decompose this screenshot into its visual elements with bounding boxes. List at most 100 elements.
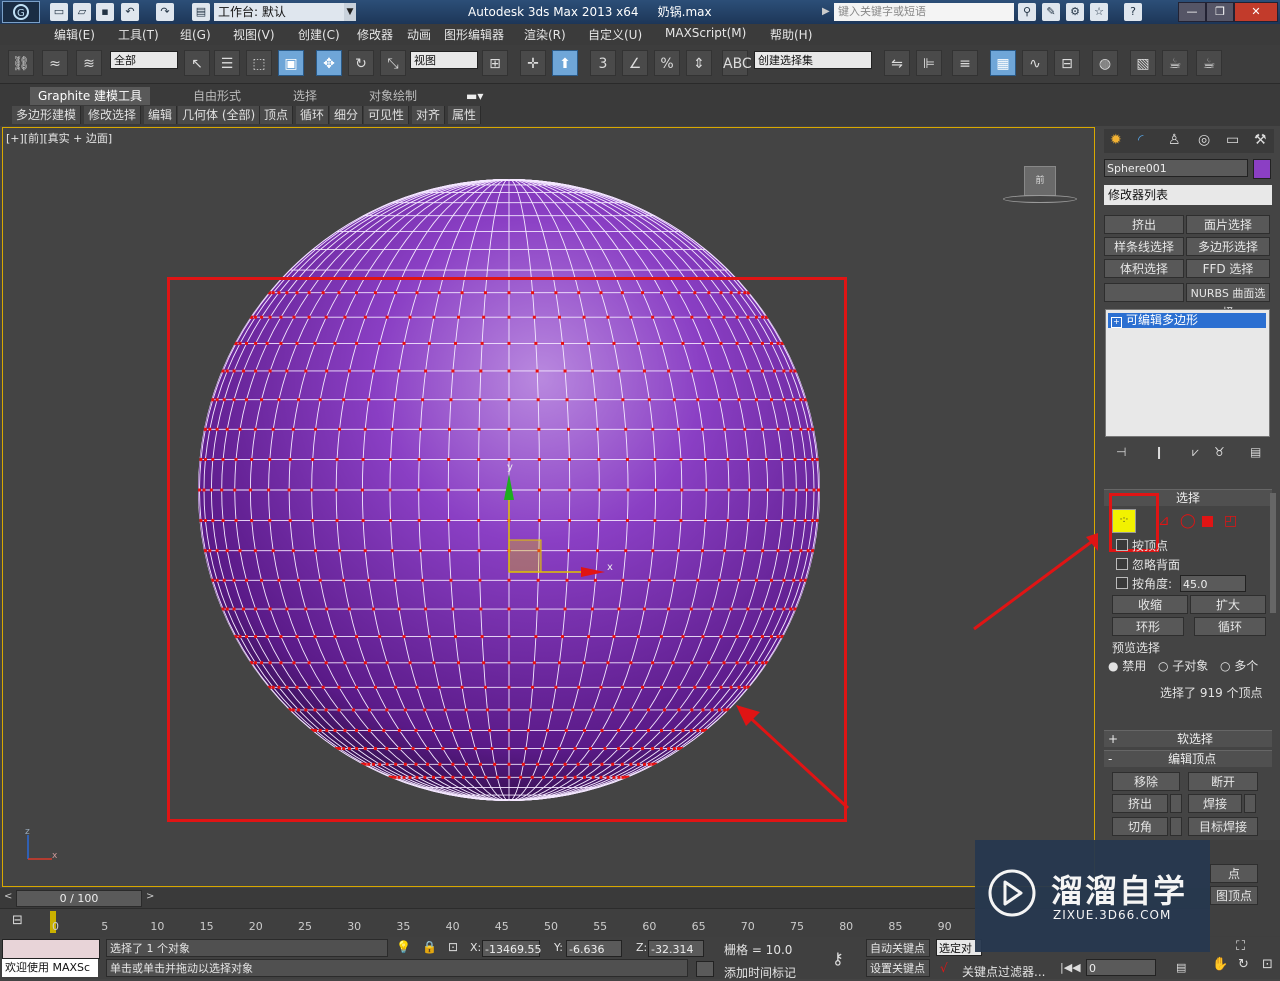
shrink-button[interactable]: 收缩 xyxy=(1112,595,1188,614)
panel-scrollbar[interactable] xyxy=(1270,493,1276,613)
partial-button-2[interactable]: 图顶点 xyxy=(1210,886,1258,905)
percent-snap-icon[interactable]: % xyxy=(654,50,680,76)
menu-create[interactable]: 创建(C) xyxy=(298,26,340,43)
break-button[interactable]: 断开 xyxy=(1188,772,1258,791)
render-setup-icon[interactable]: ▧ xyxy=(1130,50,1156,76)
menu-help[interactable]: 帮助(H) xyxy=(770,26,812,43)
soft-selection-rollout-header[interactable]: + 软选择 xyxy=(1104,730,1272,747)
subscription-icon[interactable]: ✎ xyxy=(1042,3,1060,21)
ignore-backfacing-checkbox[interactable] xyxy=(1116,558,1128,570)
weld-settings-icon[interactable] xyxy=(1244,794,1256,813)
preview-multi-radio[interactable]: ○ 多个 xyxy=(1220,657,1258,674)
app-logo-icon[interactable]: G xyxy=(2,1,40,23)
create-tab-icon[interactable]: ✹ xyxy=(1110,132,1122,148)
expand-plus-icon[interactable]: + xyxy=(1111,317,1122,328)
isolate-selection-icon[interactable]: 💡 xyxy=(396,940,411,954)
snaps-toggle-icon[interactable]: 3 xyxy=(590,50,616,76)
ribbon-tab-freeform[interactable]: 自由形式 xyxy=(193,87,241,105)
open-file-icon[interactable]: ▱ xyxy=(73,3,91,21)
select-and-rotate-icon[interactable]: ↻ xyxy=(348,50,374,76)
ribbon-tab-selection[interactable]: 选择 xyxy=(293,87,317,105)
project-folder-icon[interactable]: ▤ xyxy=(192,3,210,21)
mirror-icon[interactable]: ⇋ xyxy=(884,50,910,76)
absolute-mode-icon[interactable]: ⊡ xyxy=(448,940,458,954)
search-input[interactable]: 键入关键字或短语 xyxy=(834,3,1014,21)
make-unique-icon[interactable]: ⩗ xyxy=(1192,445,1199,460)
viewcube[interactable]: 前 xyxy=(1024,166,1056,196)
angle-snap-icon[interactable]: ∠ xyxy=(622,50,648,76)
remove-button[interactable]: 移除 xyxy=(1112,772,1180,791)
extrude-vertex-button[interactable]: 挤出 xyxy=(1112,794,1168,813)
menu-rendering[interactable]: 渲染(R) xyxy=(524,26,566,43)
configure-modifier-sets-icon[interactable]: ▤ xyxy=(1250,445,1261,459)
menu-tools[interactable]: 工具(T) xyxy=(118,26,159,43)
patch-select-button[interactable]: 面片选择 xyxy=(1186,215,1270,234)
select-object-icon[interactable]: ↖ xyxy=(184,50,210,76)
slider-right-arrow-icon[interactable]: > xyxy=(146,891,154,902)
subtab-visibility[interactable]: 可见性 xyxy=(364,106,410,124)
partial-button-1[interactable]: 点 xyxy=(1210,864,1258,883)
subtab-subdivision[interactable]: 细分 xyxy=(330,106,364,124)
window-crossing-icon[interactable]: ▣ xyxy=(278,50,304,76)
menu-customize[interactable]: 自定义(U) xyxy=(588,26,642,43)
mini-curve-editor-icon[interactable]: ⊟ xyxy=(12,913,30,931)
rendered-frame-icon[interactable]: ☕ xyxy=(1162,50,1188,76)
curve-editor-icon[interactable]: ∿ xyxy=(1022,50,1048,76)
element-mode-icon[interactable]: ◰ xyxy=(1224,513,1237,529)
slider-left-arrow-icon[interactable]: < xyxy=(4,891,12,902)
loop-button[interactable]: 循环 xyxy=(1194,617,1266,636)
pin-stack-icon[interactable]: ⊣ xyxy=(1116,445,1126,459)
go-to-start-icon[interactable]: |◀◀ xyxy=(1060,961,1081,974)
orbit-icon[interactable]: ↻ xyxy=(1238,957,1249,972)
display-tab-icon[interactable]: ▭ xyxy=(1226,132,1239,148)
time-config-icon[interactable]: ▤ xyxy=(1176,961,1186,974)
maximize-viewport-icon[interactable]: ⊡ xyxy=(1262,957,1273,972)
modifier-list-dropdown[interactable]: 修改器列表 xyxy=(1104,185,1272,205)
extrude-settings-icon[interactable] xyxy=(1170,794,1182,813)
workspace-dropdown-arrow-icon[interactable]: ▼ xyxy=(344,3,356,21)
nurbs-surface-select-button[interactable]: NURBS 曲面选择 xyxy=(1186,283,1270,319)
subtab-properties[interactable]: 属性 xyxy=(448,106,482,124)
selection-filter-dropdown[interactable]: 全部 xyxy=(110,51,178,69)
current-frame-field[interactable]: 0 xyxy=(1086,959,1156,976)
hierarchy-tab-icon[interactable]: ♙ xyxy=(1168,132,1181,148)
y-coordinate-spinner[interactable]: -6.636 xyxy=(566,940,622,957)
menu-views[interactable]: 视图(V) xyxy=(233,26,275,43)
graphite-toggle-icon[interactable]: ▦ xyxy=(990,50,1016,76)
minimize-button[interactable]: — xyxy=(1178,2,1206,22)
by-vertex-checkbox[interactable] xyxy=(1116,539,1128,551)
time-slider-thumb[interactable]: 0 / 100 xyxy=(16,890,142,907)
viewport-label[interactable]: [+][前][真实 + 边面] xyxy=(6,130,112,146)
close-button[interactable]: ✕ xyxy=(1234,2,1278,22)
material-editor-icon[interactable]: ◍ xyxy=(1092,50,1118,76)
preview-disabled-radio[interactable]: ● 禁用 xyxy=(1108,657,1146,674)
rectangular-selection-icon[interactable]: ⬚ xyxy=(246,50,272,76)
render-production-icon[interactable]: ☕ xyxy=(1196,50,1222,76)
select-and-move-icon[interactable]: ✥ xyxy=(316,50,342,76)
welcome-text[interactable]: 欢迎使用 MAXSc xyxy=(2,959,98,977)
menu-graph-editors[interactable]: 图形编辑器 xyxy=(444,26,504,43)
maxscript-listener-mini[interactable] xyxy=(2,939,100,959)
bind-space-warp-icon[interactable]: ≋ xyxy=(76,50,102,76)
keyboard-shortcut-override-icon[interactable]: ⬆ xyxy=(552,50,578,76)
key-filters-button[interactable]: 关键点过滤器... xyxy=(962,963,1045,980)
ribbon-tab-object-paint[interactable]: 对象绘制 xyxy=(369,87,417,105)
chamfer-button[interactable]: 切角 xyxy=(1112,817,1168,836)
object-color-swatch[interactable] xyxy=(1253,159,1271,179)
modifier-stack[interactable]: + 可编辑多边形 xyxy=(1105,309,1270,437)
object-name-field[interactable]: Sphere001 xyxy=(1104,159,1248,177)
favorites-star-icon[interactable]: ☆ xyxy=(1090,3,1108,21)
zoom-extents-icon[interactable]: ⛶ xyxy=(1236,939,1245,954)
preview-subobject-radio[interactable]: ○ 子对象 xyxy=(1158,657,1208,674)
stack-item-editable-poly[interactable]: + 可编辑多边形 xyxy=(1108,313,1266,328)
border-mode-icon[interactable]: ◯ xyxy=(1180,513,1196,529)
lock-selection-icon[interactable]: 🔒 xyxy=(422,940,437,954)
set-key-icon[interactable]: ⚷ xyxy=(832,949,844,968)
ffd-select-button[interactable]: FFD 选择 xyxy=(1186,259,1270,278)
spinner-snap-icon[interactable]: ⇕ xyxy=(686,50,712,76)
unlink-icon[interactable]: ≈ xyxy=(42,50,68,76)
select-and-manipulate-icon[interactable]: ✛ xyxy=(520,50,546,76)
help-icon[interactable]: ? xyxy=(1124,3,1142,21)
polygon-mode-icon[interactable] xyxy=(1202,516,1213,527)
schematic-view-icon[interactable]: ⊟ xyxy=(1054,50,1080,76)
